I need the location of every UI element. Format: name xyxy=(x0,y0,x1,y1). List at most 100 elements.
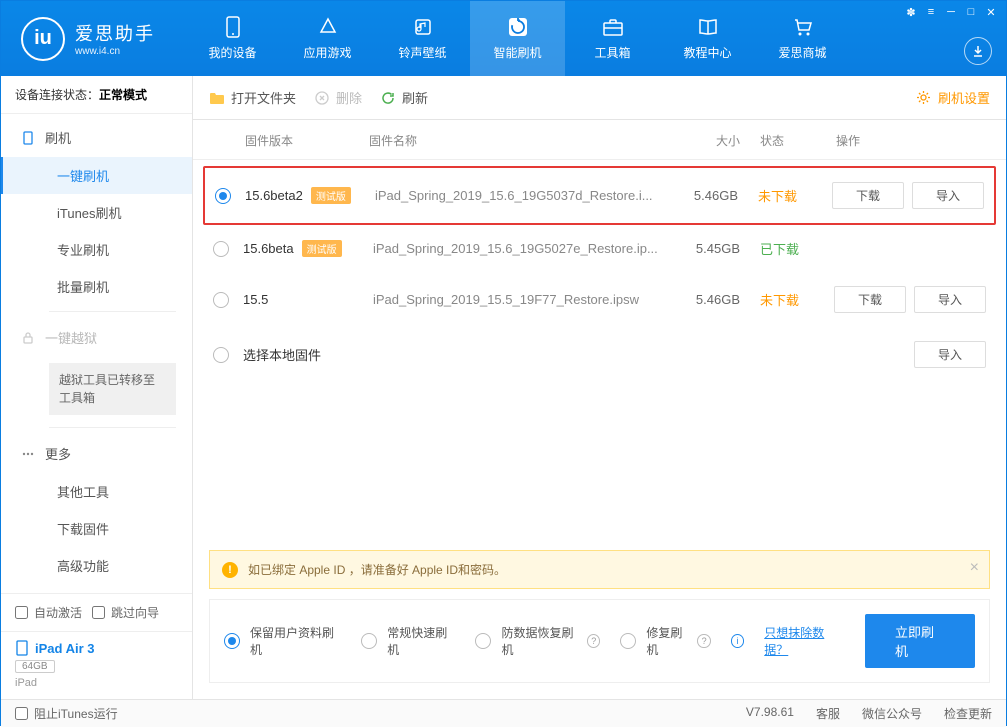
col-version: 固件版本 xyxy=(209,132,369,149)
help-icon[interactable]: ? xyxy=(587,634,600,648)
opt-normal[interactable]: 常规快速刷机 xyxy=(361,624,455,658)
import-button[interactable]: 导入 xyxy=(914,286,986,313)
beta-tag: 测试版 xyxy=(302,240,342,257)
nav-flash[interactable]: 智能刷机 xyxy=(470,1,565,76)
footer: 阻止iTunes运行 V7.98.61 客服 微信公众号 检查更新 xyxy=(1,699,1006,727)
import-button[interactable]: 导入 xyxy=(912,182,984,209)
check-update-link[interactable]: 检查更新 xyxy=(944,705,992,722)
sidebar-item-pro-flash[interactable]: 专业刷机 xyxy=(1,231,192,268)
sidebar-item-batch-flash[interactable]: 批量刷机 xyxy=(1,268,192,305)
sidebar-item-onekey-flash[interactable]: 一键刷机 xyxy=(1,157,192,194)
firmware-row[interactable]: 15.6beta2 测试版 iPad_Spring_2019_15.6_19G50… xyxy=(203,166,996,225)
table-header: 固件版本 固件名称 大小 状态 操作 xyxy=(193,120,1006,160)
nav-store[interactable]: 爱思商城 xyxy=(755,1,850,76)
firmware-version: 15.6beta2 xyxy=(245,188,303,203)
firmware-radio[interactable] xyxy=(215,188,231,204)
main-nav: 我的设备 应用游戏 铃声壁纸 智能刷机 工具箱 教程中心 爱思商城 xyxy=(185,1,1006,76)
connection-status: 设备连接状态：正常模式 xyxy=(1,76,192,114)
firmware-status: 已下载 xyxy=(740,239,820,258)
firmware-row[interactable]: 15.5 iPad_Spring_2019_15.5_19F77_Restore… xyxy=(203,272,996,327)
notice-close-button[interactable]: × xyxy=(970,559,979,577)
download-button[interactable]: 下载 xyxy=(834,286,906,313)
open-folder-button[interactable]: 打开文件夹 xyxy=(209,88,296,107)
reload-icon xyxy=(380,90,396,106)
tablet-icon xyxy=(15,640,29,656)
firmware-filename: iPad_Spring_2019_15.6_19G5027e_Restore.i… xyxy=(373,241,660,256)
opt-keep-data[interactable]: 保留用户资料刷机 xyxy=(224,624,341,658)
wechat-link[interactable]: 微信公众号 xyxy=(862,705,922,722)
col-size: 大小 xyxy=(660,132,740,149)
logo-area: iu 爱思助手 www.i4.cn xyxy=(1,17,175,61)
window-controls: ✽ ≡ ─ □ ✕ xyxy=(896,1,1006,23)
apple-id-notice: ! 如已绑定 Apple ID ，请准备好 Apple ID和密码。 × xyxy=(209,550,990,589)
col-name: 固件名称 xyxy=(369,132,660,149)
erase-data-link[interactable]: 只想抹除数据？ xyxy=(764,624,845,658)
nav-my-device[interactable]: 我的设备 xyxy=(185,1,280,76)
col-status: 状态 xyxy=(740,132,820,149)
delete-button: 删除 xyxy=(314,88,362,107)
firmware-version: 15.5 xyxy=(243,292,268,307)
sidebar-group-flash[interactable]: 刷机 xyxy=(1,118,192,157)
sidebar: 设备连接状态：正常模式 刷机 一键刷机 iTunes刷机 专业刷机 批量刷机 一… xyxy=(1,76,193,699)
firmware-status: 未下载 xyxy=(738,186,818,205)
skip-guide-checkbox[interactable]: 跳过向导 xyxy=(92,604,159,621)
device-info[interactable]: iPad Air 3 64GB iPad xyxy=(1,631,192,699)
app-url: www.i4.cn xyxy=(75,46,155,57)
beta-tag: 测试版 xyxy=(311,187,351,204)
sidebar-item-download-fw[interactable]: 下载固件 xyxy=(1,510,192,547)
sidebar-item-other-tools[interactable]: 其他工具 xyxy=(1,473,192,510)
auto-activate-checkbox[interactable]: 自动激活 xyxy=(15,604,82,621)
opt-repair[interactable]: 修复刷机? xyxy=(620,624,710,658)
firmware-radio[interactable] xyxy=(213,347,229,363)
apps-icon xyxy=(317,16,339,38)
close-button[interactable]: ✕ xyxy=(982,5,1000,19)
app-header: iu 爱思助手 www.i4.cn 我的设备 应用游戏 铃声壁纸 智能刷机 工具… xyxy=(1,1,1006,76)
sidebar-item-itunes-flash[interactable]: iTunes刷机 xyxy=(1,194,192,231)
refresh-button[interactable]: 刷新 xyxy=(380,88,428,107)
firmware-filename: iPad_Spring_2019_15.6_19G5037d_Restore.i… xyxy=(375,188,658,203)
import-button[interactable]: 导入 xyxy=(914,341,986,368)
firmware-size: 5.45GB xyxy=(660,241,740,256)
opt-recovery[interactable]: 防数据恢复刷机? xyxy=(475,624,600,658)
app-title: 爱思助手 xyxy=(75,20,155,46)
toolbar: 打开文件夹 删除 刷新 刷机设置 xyxy=(193,76,1006,120)
download-manager-button[interactable] xyxy=(964,37,992,65)
firmware-radio[interactable] xyxy=(213,241,229,257)
logo-icon: iu xyxy=(21,17,65,61)
firmware-filename: iPad_Spring_2019_15.5_19F77_Restore.ipsw xyxy=(373,292,660,307)
version-label: V7.98.61 xyxy=(746,705,794,722)
skin-button[interactable]: ✽ xyxy=(902,5,920,19)
nav-tutorials[interactable]: 教程中心 xyxy=(660,1,755,76)
firmware-row[interactable]: 15.6beta测试版 iPad_Spring_2019_15.6_19G502… xyxy=(203,225,996,272)
local-firmware-row[interactable]: 选择本地固件 导入 xyxy=(203,327,996,382)
flash-now-button[interactable]: 立即刷机 xyxy=(865,614,975,668)
phone-flash-icon xyxy=(21,131,35,145)
flash-settings-button[interactable]: 刷机设置 xyxy=(916,88,990,107)
warning-icon: ! xyxy=(222,562,238,578)
phone-icon xyxy=(222,16,244,38)
sidebar-item-advanced[interactable]: 高级功能 xyxy=(1,547,192,584)
firmware-radio[interactable] xyxy=(213,292,229,308)
music-icon xyxy=(412,16,434,38)
minimize-button[interactable]: ─ xyxy=(942,5,960,19)
gear-icon xyxy=(916,90,932,106)
download-button[interactable]: 下载 xyxy=(832,182,904,209)
folder-icon xyxy=(209,90,225,106)
main-content: 打开文件夹 删除 刷新 刷机设置 固件版本 固件名称 大小 状态 操作 15. xyxy=(193,76,1006,699)
help-icon[interactable]: ? xyxy=(697,634,710,648)
firmware-size: 5.46GB xyxy=(660,292,740,307)
block-itunes-checkbox[interactable]: 阻止iTunes运行 xyxy=(15,705,118,722)
nav-apps[interactable]: 应用游戏 xyxy=(280,1,375,76)
more-icon xyxy=(21,447,35,461)
refresh-icon xyxy=(507,16,529,38)
cart-icon xyxy=(792,16,814,38)
info-icon[interactable]: i xyxy=(731,634,745,648)
nav-toolbox[interactable]: 工具箱 xyxy=(565,1,660,76)
customer-service-link[interactable]: 客服 xyxy=(816,705,840,722)
book-icon xyxy=(697,16,719,38)
sidebar-group-more[interactable]: 更多 xyxy=(1,434,192,473)
nav-ringtones[interactable]: 铃声壁纸 xyxy=(375,1,470,76)
maximize-button[interactable]: □ xyxy=(962,5,980,19)
device-type: iPad xyxy=(15,677,178,689)
menu-button[interactable]: ≡ xyxy=(922,5,940,19)
